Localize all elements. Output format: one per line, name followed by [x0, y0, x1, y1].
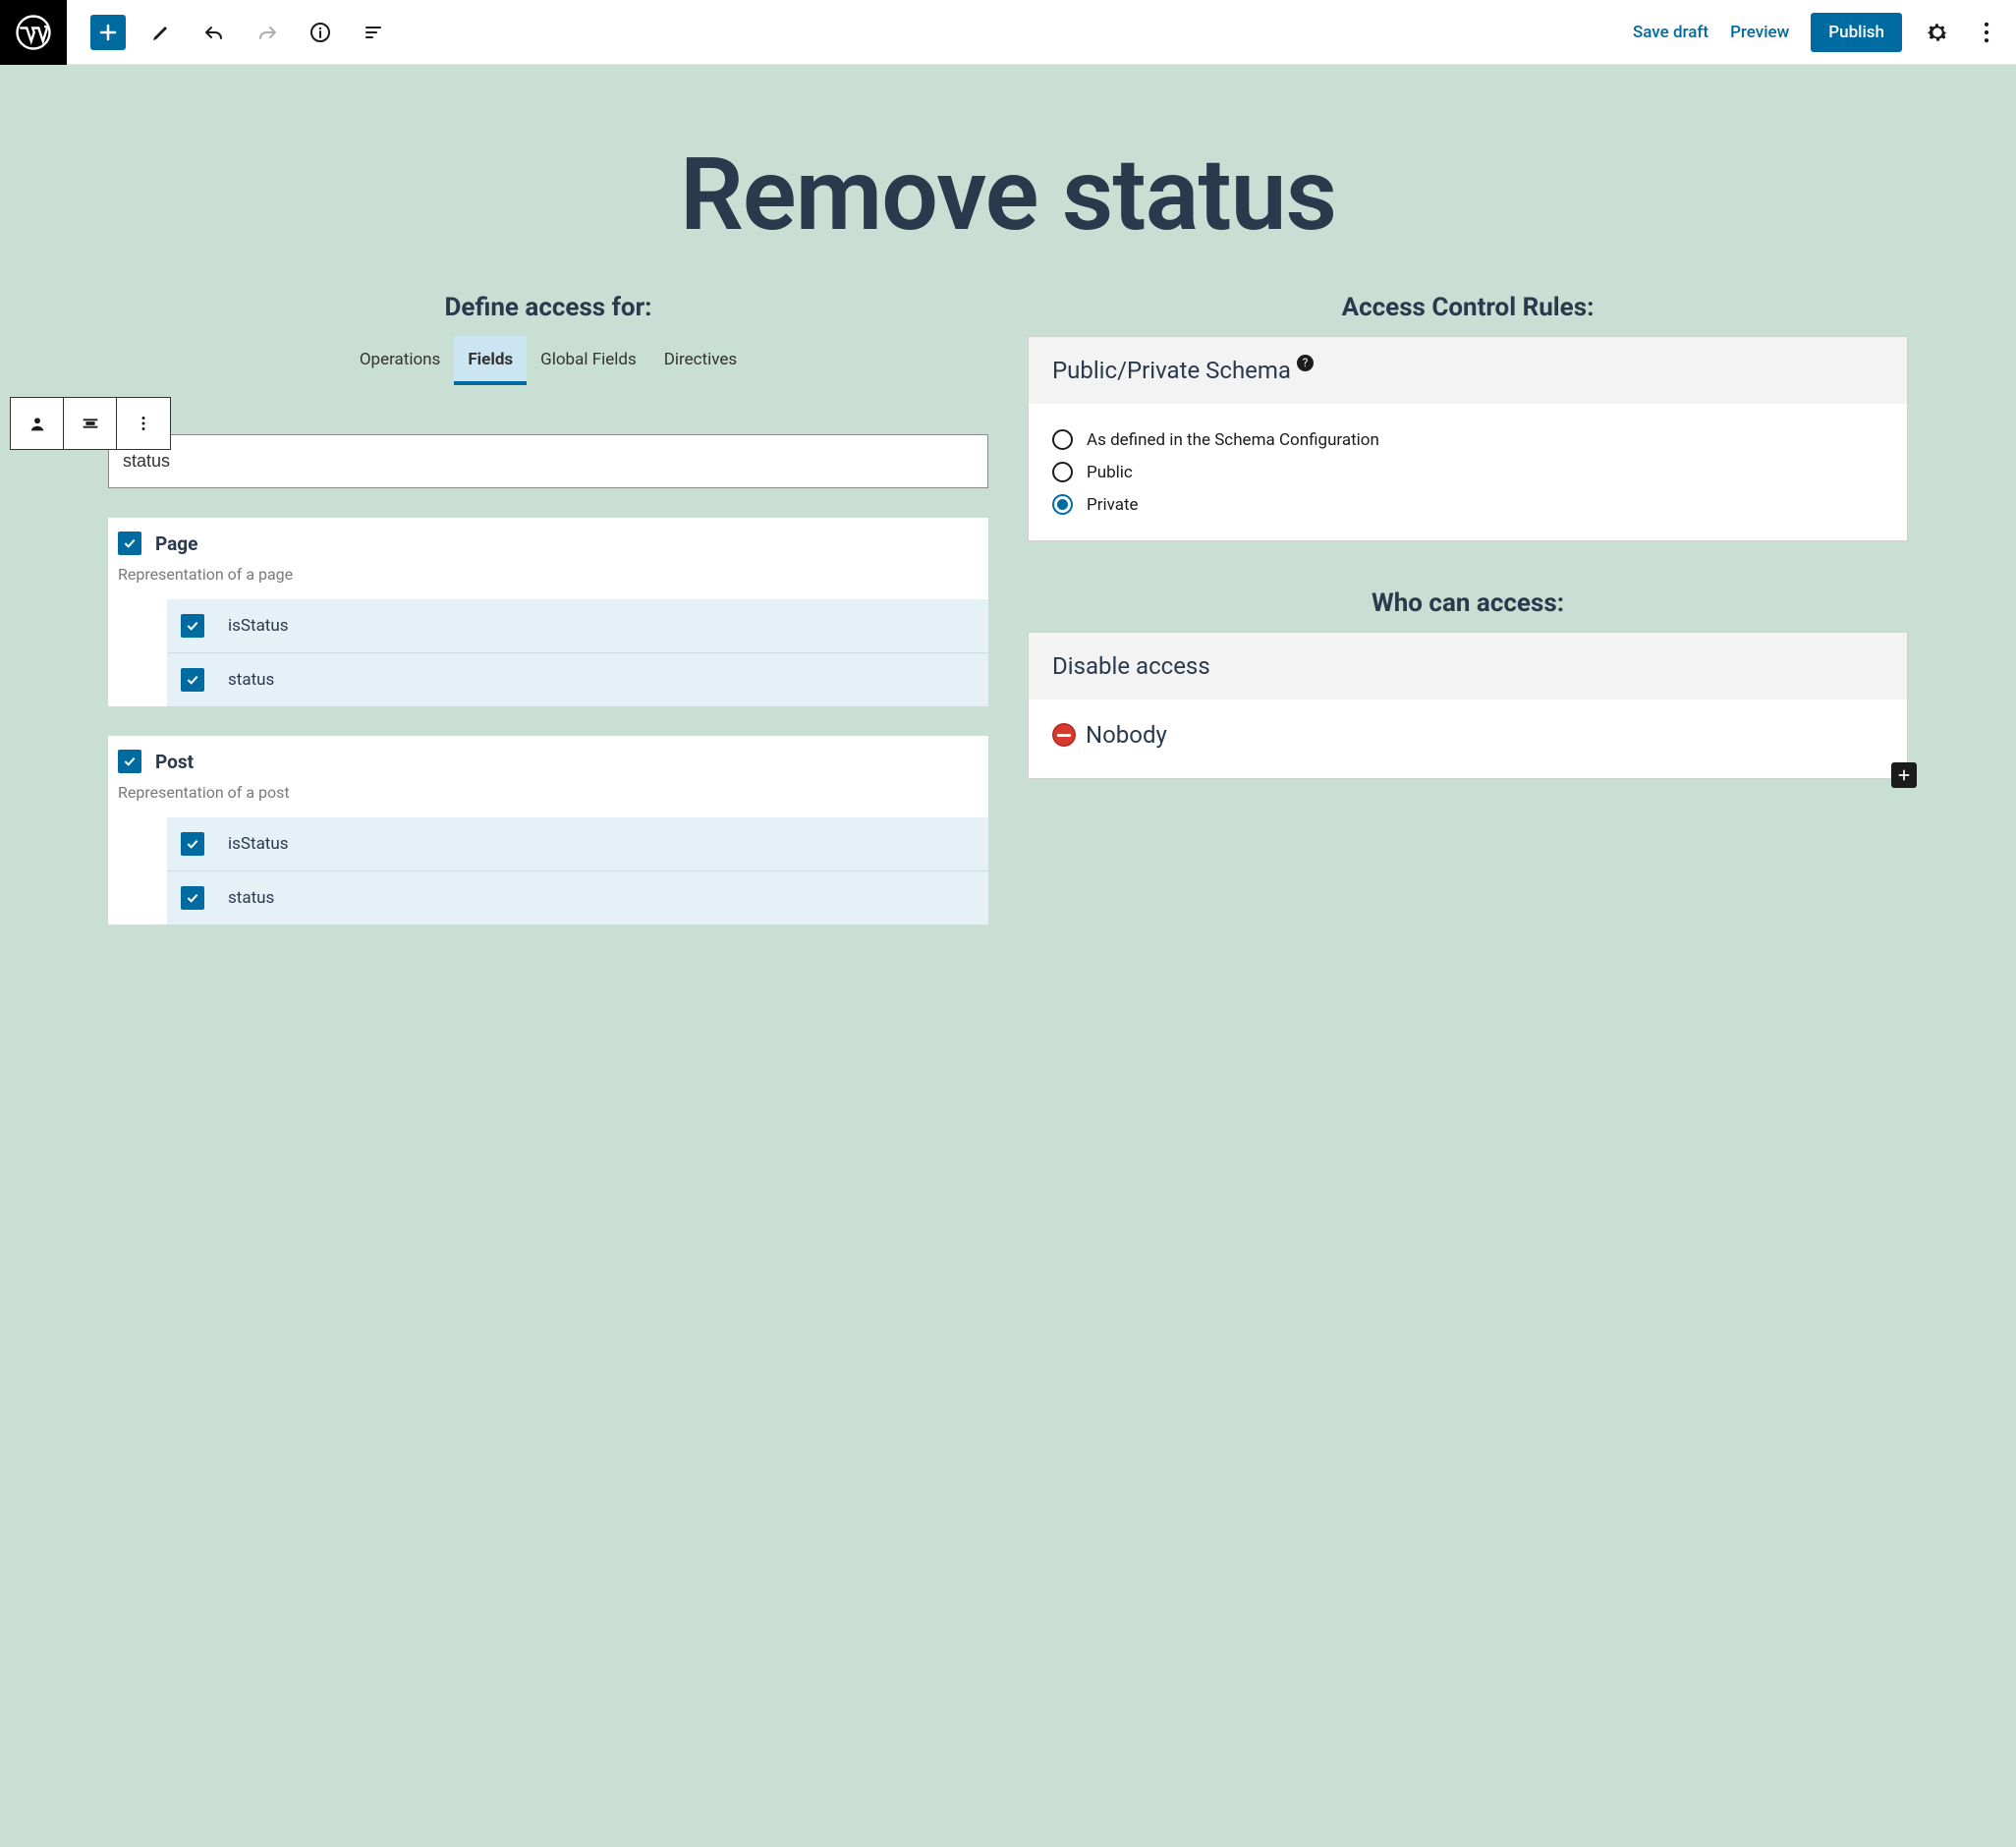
check-icon — [185, 890, 200, 906]
field-name: status — [228, 888, 274, 908]
save-draft-button[interactable]: Save draft — [1633, 23, 1708, 42]
disable-access-title: Disable access — [1029, 633, 1907, 700]
type-post-name: Post — [155, 751, 194, 773]
type-card-post: Post Representation of a post isStatus s… — [108, 736, 988, 924]
schema-rule-card: Public/Private Schema ? As defined in th… — [1028, 336, 1908, 541]
field-row: status — [167, 653, 988, 706]
schema-card-title: Public/Private Schema ? — [1029, 337, 1907, 404]
schema-option-private[interactable]: Private — [1052, 488, 1883, 521]
kebab-icon — [133, 413, 154, 434]
field-checkbox[interactable] — [181, 614, 204, 638]
radio-label: Public — [1087, 463, 1133, 482]
kebab-icon — [1973, 19, 2000, 46]
add-block-button[interactable] — [90, 15, 126, 50]
radio-icon — [1052, 494, 1073, 515]
settings-button[interactable] — [1924, 19, 1951, 46]
field-checkbox[interactable] — [181, 668, 204, 692]
publish-button[interactable]: Publish — [1811, 13, 1902, 52]
field-checkbox[interactable] — [181, 886, 204, 910]
field-name: isStatus — [228, 616, 289, 636]
field-row: status — [167, 871, 988, 924]
preview-button[interactable]: Preview — [1730, 23, 1789, 42]
gear-icon — [1924, 19, 1951, 46]
rules-heading: Access Control Rules: — [1028, 293, 1908, 322]
radio-icon — [1052, 462, 1073, 482]
block-type-button[interactable] — [11, 398, 64, 449]
field-row: isStatus — [167, 817, 988, 871]
field-name: status — [228, 670, 274, 690]
type-post-desc: Representation of a post — [108, 779, 988, 817]
page-title[interactable]: Remove status — [0, 65, 2016, 293]
type-post-checkbox[interactable] — [118, 750, 141, 773]
schema-option-public[interactable]: Public — [1052, 456, 1883, 488]
radio-label: Private — [1087, 495, 1139, 515]
define-access-heading: Define access for: — [108, 293, 988, 322]
nobody-label: Nobody — [1086, 721, 1167, 749]
check-icon — [185, 618, 200, 634]
field-checkbox[interactable] — [181, 832, 204, 856]
type-page-name: Page — [155, 532, 197, 555]
list-icon — [362, 21, 385, 44]
redo-button[interactable] — [250, 15, 285, 50]
no-entry-icon — [1052, 723, 1076, 747]
plus-icon — [96, 21, 120, 44]
who-heading: Who can access: — [1028, 588, 1908, 618]
search-input[interactable] — [108, 434, 988, 488]
radio-label: As defined in the Schema Configuration — [1087, 430, 1379, 450]
align-button[interactable] — [64, 398, 117, 449]
redo-icon — [255, 21, 279, 44]
more-options-button[interactable] — [1973, 19, 2000, 46]
align-icon — [80, 413, 101, 434]
wordpress-icon — [16, 15, 51, 50]
plus-icon — [1896, 767, 1912, 783]
help-icon[interactable]: ? — [1297, 355, 1314, 371]
check-icon — [122, 754, 138, 769]
field-name: isStatus — [228, 834, 289, 854]
tab-global-fields[interactable]: Global Fields — [527, 336, 650, 385]
schema-option-default[interactable]: As defined in the Schema Configuration — [1052, 423, 1883, 456]
tab-operations[interactable]: Operations — [346, 336, 455, 385]
edit-tool-button[interactable] — [143, 15, 179, 50]
type-page-checkbox[interactable] — [118, 532, 141, 555]
tab-fields[interactable]: Fields — [454, 336, 527, 385]
check-icon — [122, 535, 138, 551]
search-label: SEARCH — [110, 411, 988, 426]
block-more-button[interactable] — [117, 398, 170, 449]
check-icon — [185, 836, 200, 852]
disable-access-card: Disable access Nobody — [1028, 632, 1908, 779]
block-toolbar — [10, 397, 171, 450]
type-card-page: Page Representation of a page isStatus s… — [108, 518, 988, 706]
tab-directives[interactable]: Directives — [650, 336, 751, 385]
outline-button[interactable] — [356, 15, 391, 50]
add-rule-button[interactable] — [1891, 762, 1917, 788]
type-page-desc: Representation of a page — [108, 561, 988, 599]
undo-button[interactable] — [196, 15, 232, 50]
undo-icon — [202, 21, 226, 44]
check-icon — [185, 672, 200, 688]
pencil-icon — [149, 21, 173, 44]
info-button[interactable] — [303, 15, 338, 50]
wordpress-logo[interactable] — [0, 0, 67, 65]
access-tabs: Operations Fields Global Fields Directiv… — [108, 336, 988, 385]
info-icon — [308, 21, 332, 44]
user-icon — [27, 413, 48, 434]
field-row: isStatus — [167, 599, 988, 653]
radio-icon — [1052, 429, 1073, 450]
